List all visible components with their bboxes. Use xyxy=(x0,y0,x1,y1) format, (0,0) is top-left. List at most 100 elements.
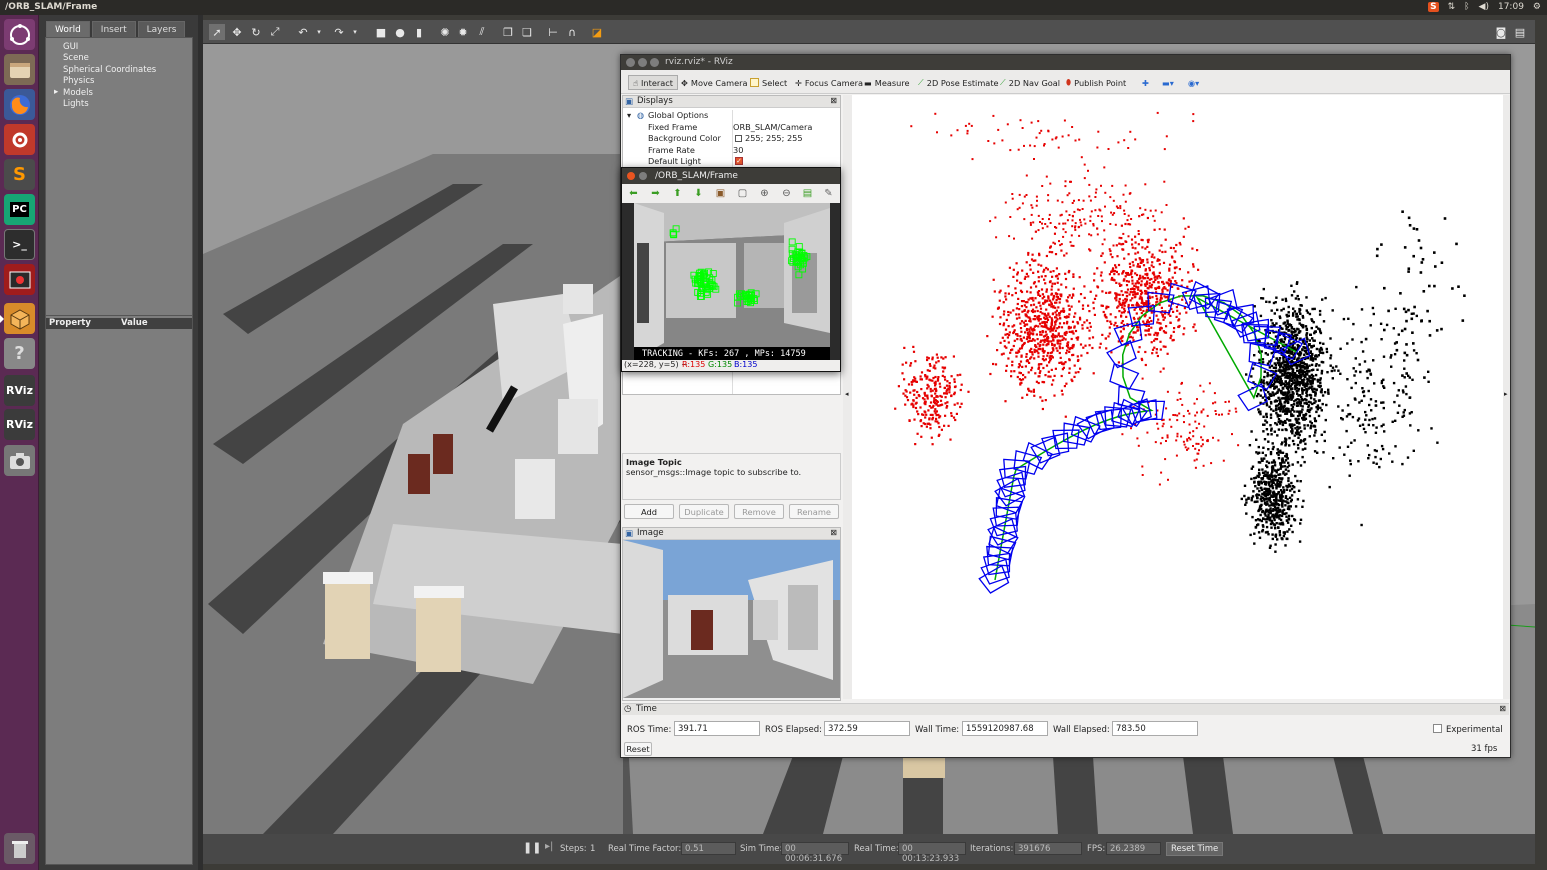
redo-dropdown-icon[interactable]: ▾ xyxy=(347,24,363,40)
rviz-3d-view[interactable] xyxy=(852,95,1503,699)
rename-button[interactable]: Rename xyxy=(789,504,839,519)
close-icon[interactable] xyxy=(626,58,635,67)
step-icon[interactable]: ▸| xyxy=(545,841,553,852)
frame-rate-value[interactable]: 30 xyxy=(733,145,743,155)
select-tool[interactable]: Select xyxy=(750,75,787,90)
tree-item-scene[interactable]: Scene xyxy=(63,53,89,63)
firefox-icon[interactable] xyxy=(4,89,35,120)
orb-frame-image[interactable]: TRACKING - KFs: 267 , MPs: 14759 xyxy=(634,203,830,360)
nav-goal-tool[interactable]: ⟋ 2D Nav Goal xyxy=(1000,75,1060,90)
directional-light-icon[interactable]: ⫽ xyxy=(474,24,490,40)
sublime-tray-icon[interactable]: S xyxy=(1428,2,1439,12)
pycharm-icon[interactable]: PC xyxy=(4,194,35,225)
maximize-icon[interactable] xyxy=(650,58,659,67)
rviz-titlebar[interactable]: rviz.rviz* - RViz xyxy=(621,55,1510,70)
camera-icon[interactable] xyxy=(4,445,35,476)
pause-icon[interactable]: ❚❚ xyxy=(523,841,541,854)
volume-icon[interactable]: ◀) xyxy=(1479,2,1489,12)
point-light-icon[interactable]: ✺ xyxy=(437,24,453,40)
screenshot-icon[interactable]: ◙ xyxy=(1493,24,1509,40)
remove-tool-icon[interactable]: ▬▾ xyxy=(1162,75,1174,90)
panel-close-icon[interactable]: ⊠ xyxy=(830,96,837,105)
help-icon[interactable]: ? xyxy=(4,338,35,369)
trash-icon[interactable] xyxy=(4,833,35,864)
snap-icon[interactable]: ∩ xyxy=(564,24,580,40)
tree-item-gui[interactable]: GUI xyxy=(63,42,78,52)
fixed-frame-value[interactable]: ORB_SLAM/Camera xyxy=(733,122,812,132)
remove-button[interactable]: Remove xyxy=(734,504,784,519)
tree-item-models[interactable]: Models xyxy=(63,88,93,98)
zoom-out-icon[interactable]: ⊖ xyxy=(780,187,793,200)
cylinder-shape-icon[interactable]: ▮ xyxy=(411,24,427,40)
orb-minimize-icon[interactable] xyxy=(639,172,647,180)
undo-icon[interactable]: ↶ xyxy=(295,24,311,40)
zoom-fit-icon[interactable]: ▣ xyxy=(714,187,727,200)
gazebo-icon[interactable] xyxy=(0,303,35,334)
settings-icon[interactable]: ⚙ xyxy=(1533,2,1541,12)
properties-icon[interactable]: ✎ xyxy=(822,187,835,200)
add-tool-icon[interactable]: ✚ xyxy=(1142,75,1149,90)
screen-recorder-icon[interactable] xyxy=(4,264,35,295)
orb-close-icon[interactable] xyxy=(627,172,635,180)
rviz-icon-2[interactable]: RViz xyxy=(4,409,35,440)
zoom-in-icon[interactable]: ⊕ xyxy=(758,187,771,200)
system-settings-icon[interactable] xyxy=(4,124,35,155)
wall-time-field[interactable]: 1559120987.68 xyxy=(962,721,1048,736)
pan-left-icon[interactable]: ⬅ xyxy=(627,187,640,200)
tree-item-lights[interactable]: Lights xyxy=(63,99,89,109)
view-options-icon[interactable]: ◉▾ xyxy=(1188,75,1199,90)
zoom-original-icon[interactable]: ▢ xyxy=(736,187,749,200)
sphere-shape-icon[interactable]: ● xyxy=(392,24,408,40)
sublime-text-icon[interactable]: S xyxy=(4,159,35,190)
tree-item-spherical-coordinates[interactable]: Spherical Coordinates xyxy=(63,65,156,75)
ubuntu-dash-icon[interactable] xyxy=(4,19,35,50)
color-swatch[interactable] xyxy=(735,135,742,142)
global-options-label[interactable]: Global Options xyxy=(648,110,708,120)
clock[interactable]: 17:09 xyxy=(1498,2,1524,12)
add-button[interactable]: Add xyxy=(624,504,674,519)
collapse-icon[interactable]: ▾ xyxy=(627,110,631,120)
tab-insert[interactable]: Insert xyxy=(91,21,136,38)
pose-estimate-tool[interactable]: ⟋ 2D Pose Estimate xyxy=(918,75,999,90)
align-icon[interactable]: ⊢ xyxy=(545,24,561,40)
measure-tool[interactable]: ▬ Measure xyxy=(864,75,910,90)
steps-value[interactable]: 1 xyxy=(590,844,595,854)
bluetooth-icon[interactable]: ᛒ xyxy=(1464,2,1469,12)
ros-time-field[interactable]: 391.71 xyxy=(674,721,760,736)
tab-layers[interactable]: Layers xyxy=(137,21,186,38)
interact-tool[interactable]: ☝ Interact xyxy=(628,75,678,90)
orb-titlebar[interactable]: /ORB_SLAM/Frame xyxy=(622,168,840,184)
terminal-icon[interactable]: >_ xyxy=(4,229,35,260)
translate-icon[interactable]: ✥ xyxy=(229,24,245,40)
spot-light-icon[interactable]: ✹ xyxy=(455,24,471,40)
rviz-icon[interactable]: RViz xyxy=(4,375,35,406)
save-icon[interactable]: ▤ xyxy=(801,187,814,200)
copy-icon[interactable]: ❐ xyxy=(500,24,516,40)
files-icon[interactable] xyxy=(4,54,35,85)
move-camera-tool[interactable]: ✥ Move Camera xyxy=(681,75,748,90)
reset-button[interactable]: Reset xyxy=(624,742,652,756)
tree-expand-icon[interactable]: ▸ xyxy=(54,87,58,97)
select-arrow-icon[interactable]: ➚ xyxy=(209,24,225,40)
wall-elapsed-field[interactable]: 783.50 xyxy=(1112,721,1198,736)
undo-dropdown-icon[interactable]: ▾ xyxy=(311,24,327,40)
paste-icon[interactable]: ❏ xyxy=(519,24,535,40)
redo-icon[interactable]: ↷ xyxy=(331,24,347,40)
background-color-value[interactable]: 255; 255; 255 xyxy=(745,133,803,143)
reset-time-button[interactable]: Reset Time xyxy=(1166,842,1224,856)
tree-item-physics[interactable]: Physics xyxy=(63,76,94,86)
view-splitter[interactable]: ◂ xyxy=(843,95,852,699)
pan-up-icon[interactable]: ⬆ xyxy=(671,187,684,200)
minimize-icon[interactable] xyxy=(638,58,647,67)
experimental-checkbox[interactable] xyxy=(1433,724,1442,733)
network-icon[interactable]: ⇅ xyxy=(1448,2,1456,12)
image-panel-close-icon[interactable]: ⊠ xyxy=(830,528,837,537)
right-splitter[interactable]: ▸ xyxy=(1503,95,1510,699)
tab-world[interactable]: World xyxy=(46,21,90,38)
pan-down-icon[interactable]: ⬇ xyxy=(692,187,705,200)
duplicate-button[interactable]: Duplicate xyxy=(679,504,729,519)
publish-point-tool[interactable]: ⬮ Publish Point xyxy=(1066,75,1126,90)
change-view-icon[interactable]: ◪ xyxy=(589,24,605,40)
default-light-checkbox[interactable]: ✓ xyxy=(735,157,743,165)
time-panel-close-icon[interactable]: ⊠ xyxy=(1499,704,1506,713)
